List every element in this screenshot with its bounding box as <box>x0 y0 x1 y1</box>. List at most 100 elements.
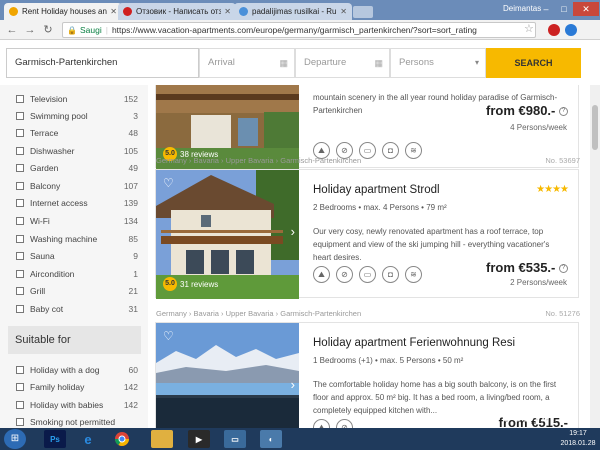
photoshop-icon[interactable]: Ps <box>44 430 66 448</box>
tab-rent-holiday[interactable]: Rent Holiday houses and ✕ <box>4 3 122 20</box>
checkbox[interactable] <box>16 129 24 137</box>
folder-icon[interactable] <box>151 430 173 448</box>
filter-grill[interactable]: Grill 21 <box>16 284 138 298</box>
checkbox[interactable] <box>16 305 24 313</box>
checkbox[interactable] <box>16 270 24 278</box>
url-text[interactable]: https://www.vacation-apartments.com/euro… <box>112 25 477 35</box>
checkbox[interactable] <box>16 366 24 374</box>
filter-count: 60 <box>128 365 138 375</box>
filter-wifi[interactable]: Wi-Fi 134 <box>16 214 138 228</box>
scrollbar-thumb[interactable] <box>592 105 598 150</box>
reload-icon[interactable]: ↻ <box>41 23 55 37</box>
chrome-icon[interactable] <box>111 430 133 448</box>
tab-otzovik[interactable]: Отзовик - Написать отз ✕ <box>118 3 236 20</box>
arrival-date-input[interactable]: Arrival ▦ <box>199 48 295 78</box>
listing-photo[interactable]: ♡ › 5.0 31 reviews <box>156 170 299 299</box>
windows-start-icon[interactable]: ⊞ <box>4 429 26 449</box>
star-icon[interactable]: ☆ <box>524 22 534 35</box>
media-player-icon[interactable]: ▶ <box>188 430 210 448</box>
info-icon[interactable]: ? <box>559 264 568 274</box>
checkbox[interactable] <box>16 112 24 120</box>
tab-padalijimas[interactable]: padalijimas rusilkai - Ru ✕ <box>234 3 352 20</box>
listing-title[interactable]: Holiday apartment Ferienwohnung Resi <box>313 337 515 349</box>
listing-price: from €535.- ? <box>486 260 568 275</box>
checkbox[interactable] <box>16 287 24 295</box>
persons-select[interactable]: Persons ▾ <box>390 48 486 78</box>
back-arrow-icon[interactable]: ← <box>5 23 19 37</box>
amenities: ⛰ ⊘ <box>313 419 359 428</box>
filter-count: 85 <box>128 234 138 244</box>
filter-family-holiday[interactable]: Family holiday 142 <box>16 380 138 394</box>
minimize-icon[interactable]: – <box>538 2 554 16</box>
filter-dishwasher[interactable]: Dishwasher 105 <box>16 144 138 158</box>
filter-swimming-pool[interactable]: Swimming pool 3 <box>16 109 138 123</box>
system-clock[interactable]: 19:17 2018.01.28 <box>556 429 600 449</box>
checkbox[interactable] <box>16 95 24 103</box>
checkbox[interactable] <box>16 418 24 426</box>
search-button[interactable]: SEARCH <box>486 48 581 78</box>
heart-icon[interactable]: ♡ <box>163 177 177 189</box>
close-tab-icon[interactable]: ✕ <box>110 7 117 16</box>
checkbox[interactable] <box>16 164 24 172</box>
filter-label: Internet access <box>30 198 88 208</box>
breadcrumb-item[interactable]: Germany <box>156 309 187 318</box>
filter-internet-access[interactable]: Internet access 139 <box>16 196 138 210</box>
filter-washing-machine[interactable]: Washing machine 85 <box>16 232 138 246</box>
reviews-count[interactable]: 31 reviews <box>180 280 218 289</box>
maximize-icon[interactable]: □ <box>556 2 572 16</box>
internet-explorer-icon[interactable]: e <box>77 430 99 448</box>
filter-sauna[interactable]: Sauna 9 <box>16 249 138 263</box>
filter-terrace[interactable]: Terrace 48 <box>16 126 138 140</box>
filter-baby-cot[interactable]: Baby cot 31 <box>16 302 138 316</box>
checkbox[interactable] <box>16 235 24 243</box>
watermark-text: ОТЗОВИК <box>480 408 556 425</box>
extension-icon[interactable] <box>565 24 577 36</box>
departure-date-input[interactable]: Departure ▦ <box>295 48 390 78</box>
checkbox[interactable] <box>16 182 24 190</box>
extension-icon[interactable] <box>548 24 560 36</box>
close-window-icon[interactable]: ✕ <box>573 2 599 16</box>
filter-smoking-not-permitted[interactable]: Smoking not permitted <box>16 415 138 428</box>
checkbox[interactable] <box>16 147 24 155</box>
address-bar[interactable]: 🔒 Saugi | https://www.vacation-apartment… <box>62 22 536 38</box>
info-icon[interactable]: ? <box>559 107 568 117</box>
listing-title[interactable]: Holiday apartment Strodl <box>313 184 440 196</box>
filter-label: Smoking not permitted <box>30 417 116 427</box>
breadcrumb-item[interactable]: Upper Bavaria <box>226 156 274 165</box>
checkbox[interactable] <box>16 217 24 225</box>
monitor-icon[interactable]: ▭ <box>224 430 246 448</box>
close-tab-icon[interactable]: ✕ <box>340 7 347 16</box>
destination-input[interactable]: Garmisch-Partenkirchen <box>6 48 199 78</box>
filter-holiday-with-dog[interactable]: Holiday with a dog 60 <box>16 363 138 377</box>
filter-television[interactable]: Television 152 <box>16 92 138 106</box>
listing-price: from €980.- ? <box>486 103 568 118</box>
mountain-view-photo <box>156 323 299 428</box>
listing-photo[interactable]: ♡ › <box>156 323 299 428</box>
checkbox[interactable] <box>16 252 24 260</box>
breadcrumb-item[interactable]: Germany <box>156 156 187 165</box>
explorer-icon[interactable]: ◐ <box>260 430 282 448</box>
checkbox[interactable] <box>16 383 24 391</box>
new-tab-button[interactable] <box>353 6 373 18</box>
forward-arrow-icon[interactable]: → <box>23 23 37 37</box>
breadcrumb-item[interactable]: Upper Bavaria <box>226 309 274 318</box>
breadcrumb-item[interactable]: Garmisch-Partenkirchen <box>280 156 361 165</box>
filter-balcony[interactable]: Balcony 107 <box>16 179 138 193</box>
breadcrumb-item[interactable]: Garmisch-Partenkirchen <box>280 309 361 318</box>
filter-garden[interactable]: Garden 49 <box>16 161 138 175</box>
filter-holiday-with-babies[interactable]: Holiday with babies 142 <box>16 398 138 412</box>
breadcrumb-item[interactable]: Bavaria <box>194 309 219 318</box>
breadcrumb-item[interactable]: Bavaria <box>194 156 219 165</box>
browser-user-name[interactable]: Deimantas <box>503 4 541 13</box>
chevron-right-icon[interactable]: › <box>291 377 295 392</box>
tv-icon: ▭ <box>359 266 376 283</box>
checkbox[interactable] <box>16 401 24 409</box>
filter-label: Garden <box>30 163 59 173</box>
listing-card[interactable]: ♡ › 5.0 31 reviews Holiday apartment Str… <box>155 169 579 299</box>
price-period: 4 Persons/week <box>510 123 567 132</box>
filter-aircondition[interactable]: Aircondition 1 <box>16 267 138 281</box>
checkbox[interactable] <box>16 199 24 207</box>
close-tab-icon[interactable]: ✕ <box>224 7 231 16</box>
heart-icon[interactable]: ♡ <box>163 330 177 342</box>
chevron-right-icon[interactable]: › <box>291 224 295 239</box>
